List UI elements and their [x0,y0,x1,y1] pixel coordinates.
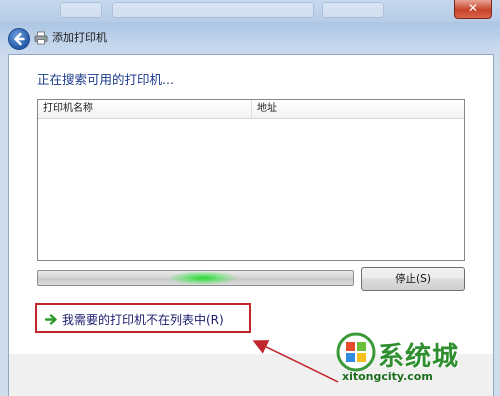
blurred-tab [60,2,102,18]
content-pane: 正在搜索可用的打印机... 打印机名称 地址 停止(S) 我需要的打印机不在列表… [8,54,494,355]
close-button[interactable]: ✕ [454,0,492,19]
back-arrow-icon [14,32,25,46]
printer-not-listed-label: 我需要的打印机不在列表中(R) [62,313,224,327]
back-button[interactable] [8,28,30,50]
column-header-address[interactable]: 地址 [252,100,464,118]
stop-button[interactable]: 停止(S) [361,267,465,291]
printer-icon [34,31,48,45]
windows-flag-icon [336,332,376,372]
watermark-logo-text: 系统城 [378,342,460,372]
window-title: 添加打印机 [52,31,107,44]
progress-glow [168,271,238,285]
add-printer-window: ✕ 添加打印机 正在搜索可用的打印机... 打印机名称 地址 停止(S) 我需要… [0,0,500,396]
blurred-tab [322,2,384,18]
title-bar: 添加打印机 [0,22,500,54]
list-header: 打印机名称 地址 [38,100,464,119]
blurred-taskbar-strip [0,0,500,22]
column-header-printer-name[interactable]: 打印机名称 [38,100,252,118]
watermark-logo: 系统城 xitongcity.com [336,330,486,390]
blurred-tab [112,2,314,18]
printer-not-listed-link[interactable]: 我需要的打印机不在列表中(R) [45,311,224,328]
printer-list[interactable]: 打印机名称 地址 [37,99,465,261]
search-progress-bar [37,270,354,286]
green-arrow-icon [45,314,57,325]
searching-status-text: 正在搜索可用的打印机... [37,72,174,87]
watermark-url: xitongcity.com [342,370,433,383]
